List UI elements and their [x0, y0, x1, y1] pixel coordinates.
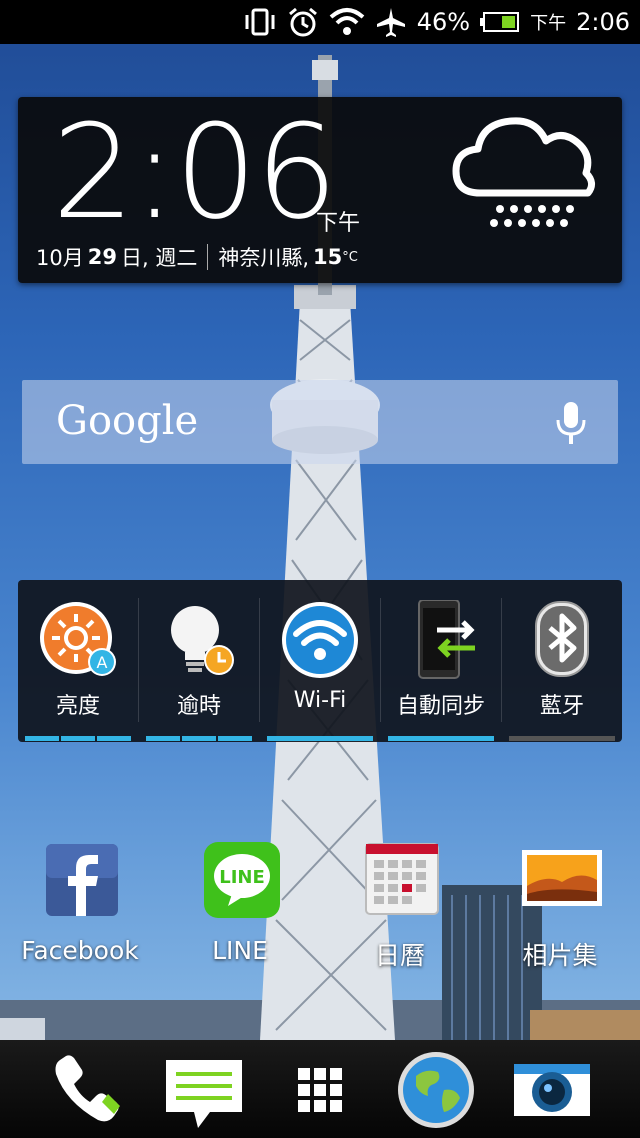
vibrate-icon — [243, 7, 277, 37]
temperature: 15 — [313, 245, 343, 269]
clock-time: 2:06 — [52, 96, 338, 248]
timeout-bulb-icon — [159, 600, 239, 680]
clock-ampm: 下午 — [316, 211, 361, 236]
date-month: 10月 — [36, 246, 84, 270]
qs-brightness-label: 亮度 — [55, 694, 100, 719]
app-gallery[interactable]: 相片集 — [490, 840, 630, 980]
date-divider — [207, 244, 209, 270]
bluetooth-icon — [522, 600, 602, 680]
svg-text:LINE: LINE — [219, 867, 265, 888]
qs-timeout-label: 逾時 — [176, 694, 221, 719]
qs-wifi-label: Wi-Fi — [293, 688, 347, 713]
airplane-icon — [375, 6, 407, 38]
alarm-icon — [287, 6, 319, 38]
phone-icon[interactable] — [46, 1050, 126, 1130]
quick-settings-widget: A 亮度 逾時 Wi-Fi 自動同步 藍牙 — [18, 580, 622, 742]
qs-wifi[interactable]: Wi-Fi — [260, 580, 380, 742]
app-calendar-label: 日曆 — [374, 941, 425, 970]
date-weekday: 日, 週二 — [120, 246, 198, 270]
clock-weather-widget[interactable]: 2:06 下午 10月 29 日, 週二 神奈川縣, 15 °C — [18, 97, 622, 283]
clock-date-line: 10月 29 日, 週二 神奈川縣, 15 °C — [36, 242, 358, 272]
qs-bluetooth-label: 藍牙 — [539, 694, 584, 719]
location: 神奈川縣, — [218, 246, 310, 270]
gallery-icon — [522, 840, 602, 920]
qs-bluetooth[interactable]: 藍牙 — [502, 580, 622, 742]
svg-text:A: A — [97, 653, 108, 672]
status-time: 2:06 — [576, 8, 630, 36]
browser-globe-icon[interactable] — [396, 1050, 476, 1130]
app-line-label: LINE — [212, 936, 268, 965]
app-facebook[interactable]: Facebook — [10, 840, 150, 980]
calendar-icon — [362, 840, 442, 920]
qs-brightness[interactable]: A 亮度 — [18, 580, 138, 742]
date-day: 29 — [87, 245, 117, 269]
app-calendar[interactable]: 日曆 — [330, 840, 470, 980]
qs-timeout[interactable]: 逾時 — [139, 580, 259, 742]
facebook-icon — [42, 840, 122, 920]
brightness-icon: A — [38, 600, 118, 680]
qs-auto-sync-indicator — [388, 736, 494, 741]
wifi-icon — [329, 7, 365, 37]
messages-icon[interactable] — [164, 1050, 244, 1130]
battery-icon — [480, 11, 520, 33]
rain-cloud-icon — [450, 107, 600, 241]
app-line[interactable]: LINE LINE — [170, 840, 310, 980]
qs-wifi-indicator — [267, 736, 373, 741]
camera-icon[interactable] — [512, 1050, 592, 1130]
dock — [0, 1040, 640, 1138]
qs-bluetooth-indicator — [509, 736, 615, 741]
google-search-bar[interactable]: Google — [22, 380, 618, 464]
qs-timeout-indicator — [146, 736, 252, 741]
qs-auto-sync[interactable]: 自動同步 — [381, 580, 501, 742]
wifi-icon — [280, 600, 360, 680]
app-drawer-icon[interactable] — [280, 1050, 360, 1130]
temperature-unit: °C — [342, 249, 358, 265]
mic-icon[interactable] — [554, 400, 588, 450]
line-icon: LINE — [202, 840, 282, 920]
status-bar: 46% 下午 2:06 — [0, 0, 640, 44]
battery-percent: 46% — [416, 8, 471, 36]
status-ampm: 下午 — [530, 13, 567, 34]
app-gallery-label: 相片集 — [522, 941, 598, 970]
qs-auto-sync-label: 自動同步 — [396, 694, 485, 719]
google-logo: Google — [56, 398, 199, 444]
qs-brightness-indicator — [25, 736, 131, 741]
app-facebook-label: Facebook — [21, 936, 139, 965]
sync-icon — [401, 599, 481, 680]
